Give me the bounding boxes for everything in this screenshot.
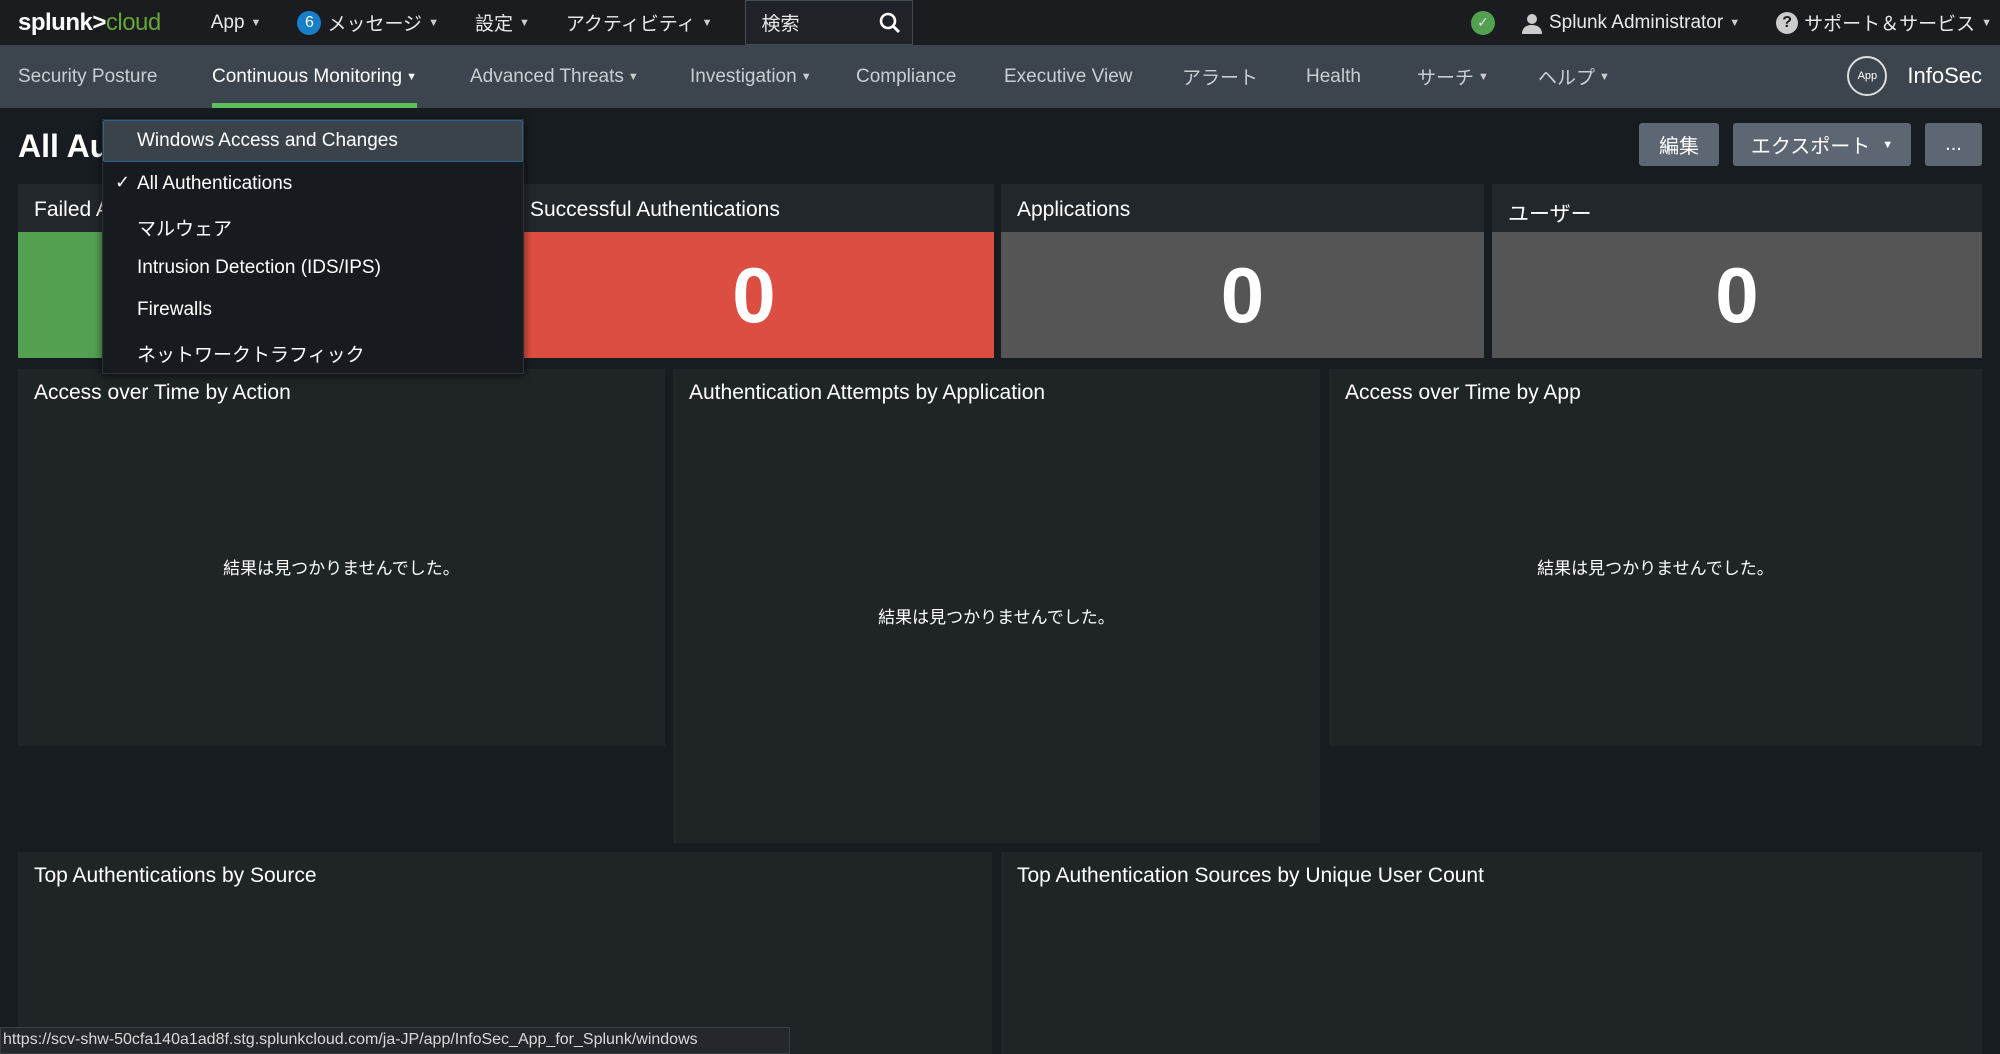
panel-title: ユーザー — [1508, 203, 1592, 226]
nav-label: ヘルプ — [1538, 68, 1596, 89]
nav-security-posture[interactable]: Security Posture — [18, 45, 157, 108]
logo-text-cloud: cloud — [105, 8, 161, 36]
messages-count-badge: 6 — [297, 10, 322, 35]
checkmark-icon: ✓ — [115, 172, 131, 192]
edit-button[interactable]: 編集 — [1639, 123, 1719, 166]
nav-label: Investigation — [690, 65, 797, 87]
export-label: エクスポート — [1750, 136, 1871, 158]
app-icon: App — [1847, 56, 1888, 96]
panel-access-over-time-by-action: Access over Time by Action 結果は見つかりませんでした。 — [18, 369, 665, 746]
caret-down-icon: ▼ — [250, 16, 262, 29]
app-identity[interactable]: App InfoSec — [1847, 56, 1982, 96]
app-nav-bar: Security Posture Continuous Monitoring ▼ … — [0, 45, 2000, 108]
single-value: 0 — [514, 232, 994, 358]
health-ok-icon[interactable]: ✓ — [1470, 10, 1495, 35]
activity-menu[interactable]: アクティビティ ▼ — [566, 9, 713, 36]
panel-title: Authentication Attempts by Application — [689, 381, 1046, 404]
nav-search[interactable]: サーチ ▼ — [1417, 45, 1489, 108]
status-bar-url: https://scv-shw-50cfa140a1ad8f.stg.splun… — [0, 1027, 790, 1054]
menu-item-all-authentications[interactable]: All Authentications — [137, 173, 292, 195]
user-icon — [1521, 13, 1542, 34]
logo-text: splunk> — [18, 8, 106, 36]
messages-menu[interactable]: 6 メッセージ ▼ — [297, 9, 439, 36]
export-button[interactable]: エクスポート ▼ — [1733, 123, 1911, 166]
single-value: 0 — [1492, 232, 1982, 358]
no-results-message: 結果は見つかりませんでした。 — [1537, 559, 1774, 578]
help-icon: ? — [1776, 11, 1799, 34]
nav-label: Compliance — [856, 65, 957, 87]
continuous-monitoring-dropdown: Windows Access and Changes ✓ All Authent… — [102, 119, 524, 374]
menu-item-windows-access[interactable]: Windows Access and Changes — [137, 130, 398, 152]
nav-label: サーチ — [1417, 68, 1475, 89]
nav-label: Security Posture — [18, 65, 158, 87]
menu-item-malware[interactable]: マルウェア — [137, 214, 232, 241]
search-icon — [879, 12, 900, 33]
activity-label: アクティビティ — [565, 14, 696, 35]
nav-advanced-threats[interactable]: Advanced Threats ▼ — [470, 45, 639, 108]
caret-down-icon: ▼ — [1599, 70, 1610, 83]
panel-title: Access over Time by Action — [34, 381, 291, 404]
nav-label: Executive View — [1004, 65, 1133, 87]
panel-top-auth-sources-by-user-count: Top Authentication Sources by Unique Use… — [1001, 852, 1982, 1054]
more-button[interactable]: ... — [1925, 123, 1982, 166]
single-value: 0 — [1001, 232, 1484, 358]
app-menu-label: App — [210, 11, 245, 33]
caret-down-icon: ▼ — [627, 70, 639, 83]
single-value-successful: Successful Authentications 0 — [514, 184, 994, 358]
single-value-users: ユーザー 0 — [1492, 184, 1982, 358]
nav-label: Health — [1306, 65, 1361, 87]
caret-down-icon: ▼ — [428, 16, 439, 29]
panel-title: Top Authentications by Source — [34, 864, 317, 887]
caret-down-icon: ▼ — [1981, 16, 1992, 29]
caret-down-icon: ▼ — [406, 70, 418, 83]
caret-down-icon: ▼ — [518, 16, 530, 29]
nav-alerts[interactable]: アラート — [1182, 45, 1258, 108]
support-label: サポート＆サービス — [1804, 14, 1976, 35]
splunk-logo[interactable]: splunk>cloud — [18, 9, 161, 37]
app-menu[interactable]: App ▼ — [211, 12, 262, 34]
menu-item-firewalls[interactable]: Firewalls — [137, 299, 212, 321]
nav-label: アラート — [1182, 68, 1259, 89]
user-label: Splunk Administrator — [1548, 11, 1724, 33]
caret-down-icon: ▼ — [701, 16, 713, 29]
caret-down-icon: ▼ — [1882, 138, 1894, 151]
single-value-applications: Applications 0 — [1001, 184, 1484, 358]
search-box[interactable]: 検索 — [744, 0, 913, 45]
no-results-message: 結果は見つかりませんでした。 — [223, 559, 460, 578]
caret-down-icon: ▼ — [1478, 70, 1489, 83]
nav-help[interactable]: ヘルプ ▼ — [1538, 45, 1610, 108]
caret-down-icon: ▼ — [800, 70, 812, 83]
messages-label: メッセージ — [327, 14, 423, 35]
panel-title: Successful Authentications — [530, 198, 780, 221]
search-label: 検索 — [761, 14, 800, 35]
nav-label: Advanced Threats — [470, 65, 624, 87]
nav-executive-view[interactable]: Executive View — [1004, 45, 1133, 108]
user-menu[interactable]: Splunk Administrator ▼ — [1521, 12, 1740, 34]
nav-continuous-monitoring[interactable]: Continuous Monitoring ▼ — [212, 45, 418, 108]
caret-down-icon: ▼ — [1729, 16, 1741, 29]
app-name: InfoSec — [1907, 63, 1982, 88]
menu-item-intrusion-detection[interactable]: Intrusion Detection (IDS/IPS) — [137, 257, 381, 279]
menu-item-network-traffic[interactable]: ネットワークトラフィック — [137, 340, 365, 367]
nav-investigation[interactable]: Investigation ▼ — [690, 45, 812, 108]
panel-title: Access over Time by App — [1345, 381, 1581, 404]
panel-title: Applications — [1017, 198, 1131, 221]
panel-title: Top Authentication Sources by Unique Use… — [1017, 864, 1484, 887]
nav-health[interactable]: Health — [1306, 45, 1361, 108]
settings-label: 設定 — [474, 14, 513, 35]
no-results-message: 結果は見つかりませんでした。 — [878, 608, 1115, 627]
settings-menu[interactable]: 設定 ▼ — [475, 9, 530, 36]
nav-label: Continuous Monitoring — [212, 65, 403, 87]
panel-top-auth-by-source: Top Authentications by Source — [18, 852, 992, 1054]
support-menu[interactable]: ? サポート＆サービス ▼ — [1776, 9, 1992, 36]
panel-auth-attempts-by-application: Authentication Attempts by Application 結果… — [673, 369, 1320, 843]
nav-compliance[interactable]: Compliance — [856, 45, 956, 108]
top-bar: splunk>cloud App ▼ 6 メッセージ ▼ 設定 ▼ アクティビティ ▼ 検… — [0, 0, 2000, 45]
panel-access-over-time-by-app: Access over Time by App 結果は見つかりませんでした。 — [1329, 369, 1982, 746]
